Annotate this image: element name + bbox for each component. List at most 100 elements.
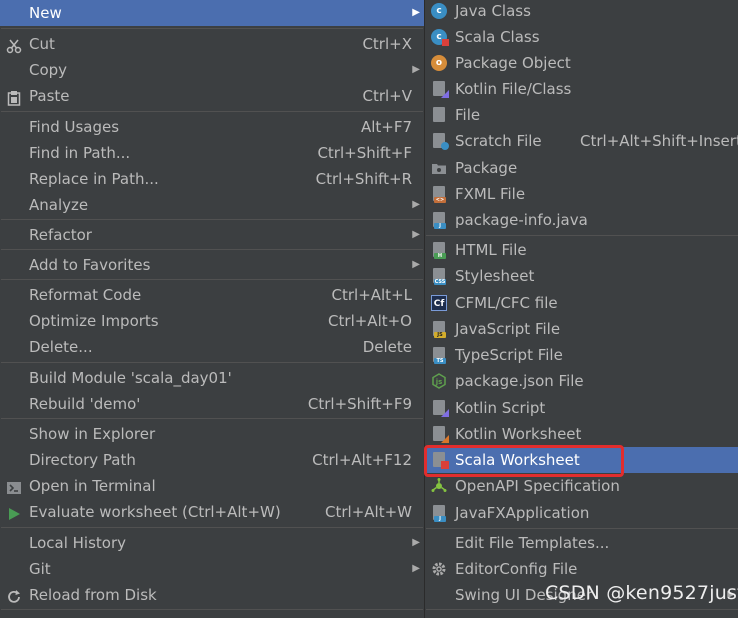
menu-item-label: Replace in Path... <box>29 170 159 188</box>
menu-item-label: Cut <box>29 35 55 53</box>
submenu-arrow-icon: ▶ <box>412 537 420 548</box>
menu-item-shortcut: Ctrl+Alt+L <box>331 286 413 304</box>
menu-item-show-in-explorer[interactable]: Show in Explorer <box>0 421 424 447</box>
submenu-arrow-icon: ▶ <box>412 563 420 574</box>
menu-item-git[interactable]: Git ▶ <box>0 556 424 582</box>
menu-item-local-history[interactable]: Local History ▶ <box>0 530 424 556</box>
menu-item-label: Build Module 'scala_day01' <box>29 369 232 387</box>
scratch-file-icon <box>433 133 449 150</box>
menu-item-optimize-imports[interactable]: Optimize Imports Ctrl+Alt+O <box>0 308 424 334</box>
menu-item-label: TypeScript File <box>455 346 563 364</box>
menu-item-label: Directory Path <box>29 451 136 469</box>
menu-item-find-in-path[interactable]: Find in Path... Ctrl+Shift+F <box>0 140 424 166</box>
submenu-item-package-json-file[interactable]: js package.json File <box>425 368 738 394</box>
js-file-icon: JS <box>433 321 446 338</box>
submenu-arrow-icon: ▶ <box>412 229 420 240</box>
menu-item-label: Reformat Code <box>29 286 142 304</box>
gear-icon <box>431 561 447 577</box>
menu-item-shortcut: Alt+F7 <box>360 118 412 136</box>
menu-item-label: Show in Explorer <box>29 425 156 443</box>
menu-item-label: Paste <box>29 87 70 105</box>
menu-item-rebuild[interactable]: Rebuild 'demo' Ctrl+Shift+F9 <box>0 391 424 417</box>
menu-item-analyze[interactable]: Analyze ▶ <box>0 192 424 218</box>
new-submenu: c Java Class c Scala Class o Package Obj… <box>424 0 738 618</box>
menu-item-label: Analyze <box>29 196 89 214</box>
menu-item-refactor[interactable]: Refactor ▶ <box>0 222 424 248</box>
java-file-icon: J <box>433 212 446 229</box>
reload-icon <box>6 587 22 603</box>
menu-item-label: Add to Favorites <box>29 256 151 274</box>
menu-item-shortcut: Ctrl+Shift+F <box>317 144 412 162</box>
menu-item-label: Refactor <box>29 226 92 244</box>
submenu-item-html-file[interactable]: H HTML File <box>425 237 738 263</box>
submenu-item-package-object[interactable]: o Package Object <box>425 50 738 76</box>
cfml-file-icon: Cf <box>431 295 447 311</box>
submenu-item-package[interactable]: Package <box>425 155 738 181</box>
openapi-icon <box>431 478 447 494</box>
menu-item-new[interactable]: New ▶ <box>0 0 424 26</box>
menu-item-cut[interactable]: Cut Ctrl+X <box>0 31 424 57</box>
submenu-item-edit-file-templates[interactable]: Edit File Templates... <box>425 530 738 556</box>
menu-item-label: Reload from Disk <box>29 586 157 604</box>
javafx-file-icon: J <box>433 505 446 522</box>
file-icon <box>433 107 445 122</box>
menu-item-shortcut: Ctrl+Alt+W <box>325 503 412 521</box>
menu-item-add-to-favorites[interactable]: Add to Favorites ▶ <box>0 252 424 278</box>
ts-file-icon: TS <box>433 347 446 364</box>
submenu-item-scala-class[interactable]: c Scala Class <box>425 24 738 50</box>
submenu-item-file[interactable]: File <box>425 102 738 128</box>
svg-text:js: js <box>435 378 443 386</box>
menu-item-open-in-terminal[interactable]: Open in Terminal <box>0 473 424 499</box>
menu-separator <box>1 219 423 220</box>
kotlin-worksheet-icon <box>433 426 449 443</box>
menu-item-label: Local History <box>29 534 127 552</box>
menu-item-label: Find in Path... <box>29 144 131 162</box>
menu-separator <box>1 28 423 29</box>
menu-item-label: CFML/CFC file <box>455 294 558 312</box>
menu-item-paste[interactable]: Paste Ctrl+V <box>0 83 424 109</box>
submenu-arrow-icon: ▶ <box>412 64 420 75</box>
menu-item-label: JavaFXApplication <box>455 504 590 522</box>
menu-item-label: Stylesheet <box>455 267 535 285</box>
menu-separator <box>426 609 738 610</box>
menu-item-label: Kotlin Worksheet <box>455 425 582 443</box>
submenu-item-javascript-file[interactable]: JS JavaScript File <box>425 316 738 342</box>
submenu-arrow-icon: ▶ <box>412 7 420 18</box>
menu-item-label: Copy <box>29 61 68 79</box>
submenu-item-fxml-file[interactable]: <> FXML File <box>425 181 738 207</box>
menu-item-directory-path[interactable]: Directory Path Ctrl+Alt+F12 <box>0 447 424 473</box>
submenu-item-stylesheet[interactable]: CSS Stylesheet <box>425 263 738 289</box>
menu-item-delete[interactable]: Delete... Delete <box>0 334 424 360</box>
menu-item-label: Rebuild 'demo' <box>29 395 141 413</box>
menu-item-shortcut: Ctrl+Shift+R <box>315 170 412 188</box>
menu-item-replace-in-path[interactable]: Replace in Path... Ctrl+Shift+R <box>0 166 424 192</box>
menu-item-label: Find Usages <box>29 118 120 136</box>
menu-item-evaluate-worksheet[interactable]: Evaluate worksheet (Ctrl+Alt+W) Ctrl+Alt… <box>0 499 424 525</box>
submenu-item-kotlin-worksheet[interactable]: Kotlin Worksheet <box>425 421 738 447</box>
menu-item-copy[interactable]: Copy ▶ <box>0 57 424 83</box>
submenu-item-java-class[interactable]: c Java Class <box>425 0 738 24</box>
submenu-item-kotlin-file-class[interactable]: Kotlin File/Class <box>425 76 738 102</box>
menu-item-reformat-code[interactable]: Reformat Code Ctrl+Alt+L <box>0 282 424 308</box>
submenu-item-scratch-file[interactable]: Scratch File Ctrl+Alt+Shift+Insert <box>425 128 738 154</box>
menu-item-reload-from-disk[interactable]: Reload from Disk <box>0 582 424 608</box>
menu-separator <box>426 528 738 529</box>
submenu-item-javafx-application[interactable]: J JavaFXApplication <box>425 500 738 526</box>
menu-item-build-module[interactable]: Build Module 'scala_day01' <box>0 365 424 391</box>
scissors-icon <box>6 36 22 54</box>
submenu-item-cfml-file[interactable]: Cf CFML/CFC file <box>425 290 738 316</box>
submenu-item-package-info-java[interactable]: J package-info.java <box>425 207 738 233</box>
menu-item-find-usages[interactable]: Find Usages Alt+F7 <box>0 114 424 140</box>
submenu-item-typescript-file[interactable]: TS TypeScript File <box>425 342 738 368</box>
submenu-item-editorconfig-file[interactable]: EditorConfig File <box>425 556 738 582</box>
menu-separator <box>426 235 738 236</box>
menu-item-label: package.json File <box>455 372 584 390</box>
menu-separator <box>1 609 423 610</box>
submenu-item-kotlin-script[interactable]: Kotlin Script <box>425 395 738 421</box>
html-file-icon: H <box>433 242 446 259</box>
nodejs-icon: js <box>431 373 447 389</box>
menu-item-label: Scratch File <box>455 132 542 150</box>
menu-item-label: Scala Class <box>455 28 540 46</box>
terminal-icon <box>6 478 22 494</box>
menu-item-label: Open in Terminal <box>29 477 156 495</box>
